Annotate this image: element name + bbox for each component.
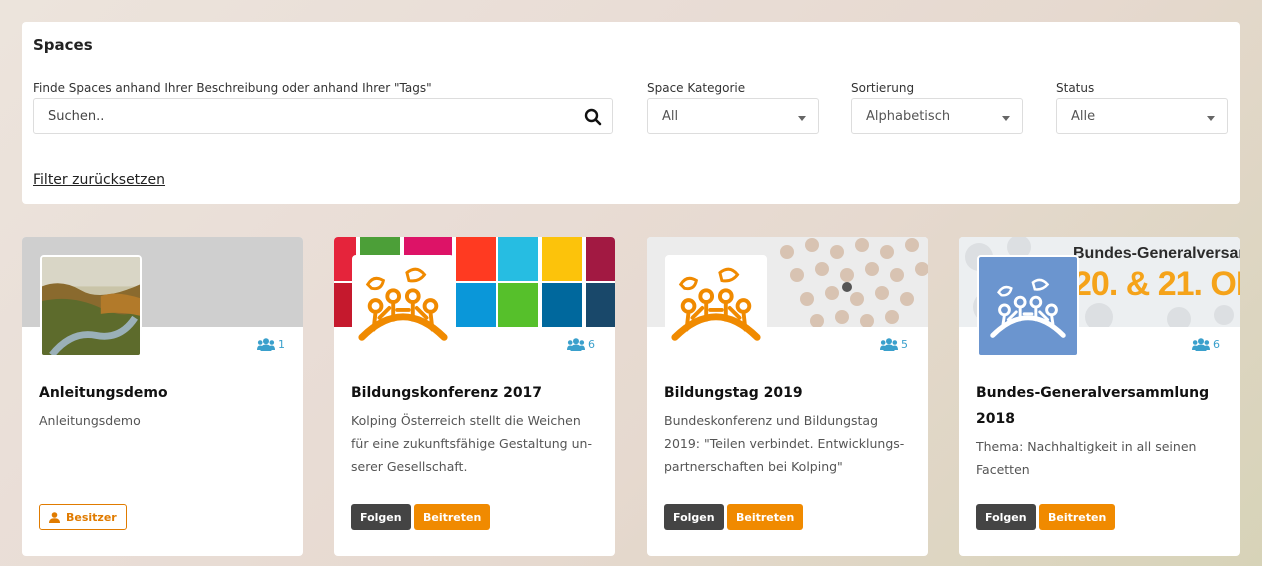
users-icon: [1192, 338, 1210, 351]
banner-event-date: 20. & 21. OKT.: [1073, 265, 1240, 303]
follow-button[interactable]: Folgen: [351, 504, 411, 530]
status-value: Alle: [1071, 109, 1096, 124]
users-icon: [880, 338, 898, 351]
space-title[interactable]: Bildungstag 2019: [664, 380, 914, 406]
member-count-value: 5: [901, 338, 908, 351]
caret-down-icon: [1207, 116, 1215, 121]
kolping-logo: [352, 255, 454, 357]
search-icon[interactable]: [584, 108, 602, 126]
users-icon: [257, 338, 275, 351]
space-description: Kolping Österreich stellt die Weichen fü…: [351, 413, 592, 474]
status-label: Status: [1056, 81, 1095, 95]
caret-down-icon: [798, 116, 806, 121]
join-button[interactable]: Beitreten: [727, 504, 804, 530]
space-description: Bundeskonferenz und Bildungstag 2019: "T…: [664, 413, 905, 474]
page-title: Spaces: [33, 36, 93, 54]
space-title[interactable]: Anleitungsdemo: [39, 380, 289, 406]
reset-filter-link[interactable]: Filter zurücksetzen: [33, 172, 165, 188]
space-description: Thema: Nachhaltigkeit in all seinen Face…: [976, 439, 1197, 477]
space-title[interactable]: Bundes-Generalversammlung 2018: [976, 380, 1226, 432]
join-button[interactable]: Beitreten: [1039, 504, 1116, 530]
member-count-value: 6: [1213, 338, 1220, 351]
owner-label: Besitzer: [66, 510, 117, 524]
member-count: 5: [880, 338, 908, 351]
space-title[interactable]: Bildungskonferenz 2017: [351, 380, 601, 406]
sort-select[interactable]: Alphabetisch: [851, 98, 1023, 134]
member-count-value: 6: [588, 338, 595, 351]
search-label: Finde Spaces anhand Ihrer Beschreibung o…: [33, 81, 432, 95]
follow-button[interactable]: Folgen: [976, 504, 1036, 530]
join-button[interactable]: Beitreten: [414, 504, 491, 530]
sort-value: Alphabetisch: [866, 109, 951, 124]
space-image-landscape: [40, 255, 142, 357]
space-card[interactable]: 5 Bildungstag 2019 Bundeskonferenz und B…: [647, 237, 928, 556]
category-value: All: [662, 109, 679, 124]
member-count: 1: [257, 338, 285, 351]
kolping-logo: [665, 255, 767, 357]
category-label: Space Kategorie: [647, 81, 746, 95]
users-icon: [567, 338, 585, 351]
category-select[interactable]: All: [647, 98, 819, 134]
member-count-value: 1: [278, 338, 285, 351]
member-count: 6: [1192, 338, 1220, 351]
search-input[interactable]: Suchen..: [33, 98, 613, 134]
space-card[interactable]: 6 Bildungskonferenz 2017 Kolping Österre…: [334, 237, 615, 556]
sort-label: Sortierung: [851, 81, 915, 95]
kolping-logo: [977, 255, 1079, 357]
space-card[interactable]: 1 Anleitungsdemo Anleitungsdemo Besitzer: [22, 237, 303, 556]
caret-down-icon: [1002, 116, 1010, 121]
follow-button[interactable]: Folgen: [664, 504, 724, 530]
space-card[interactable]: Bundes-Generalversam 20. & 21. OKT. 6 Bu…: [959, 237, 1240, 556]
member-count: 6: [567, 338, 595, 351]
owner-button[interactable]: Besitzer: [39, 504, 127, 530]
user-icon: [49, 511, 60, 523]
filter-panel: Spaces Finde Spaces anhand Ihrer Beschre…: [22, 22, 1240, 204]
banner-event-title: Bundes-Generalversam: [1073, 245, 1240, 262]
search-placeholder: Suchen..: [48, 109, 105, 124]
space-description: Anleitungsdemo: [39, 413, 141, 428]
status-select[interactable]: Alle: [1056, 98, 1228, 134]
